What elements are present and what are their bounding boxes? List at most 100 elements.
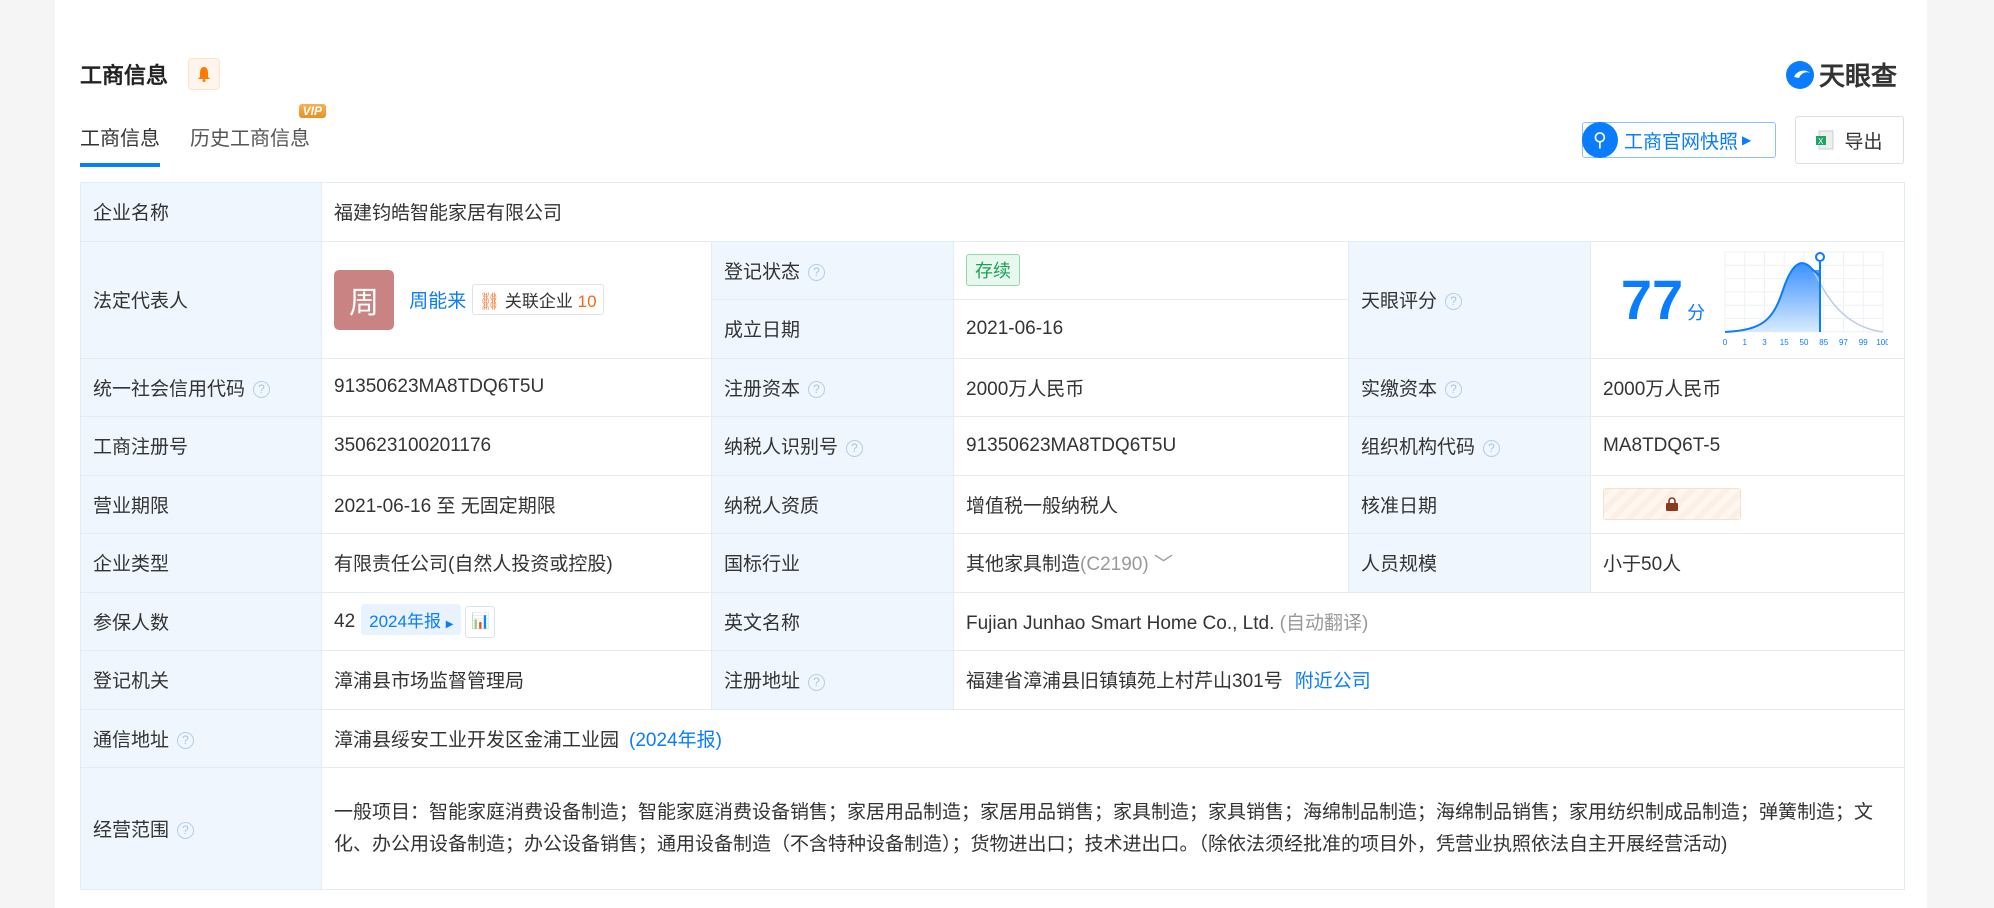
label: 成立日期 — [711, 299, 954, 359]
insured-count: 42 — [334, 611, 356, 633]
industry-code: (C2190) — [1080, 554, 1149, 576]
help-icon[interactable]: ? — [808, 673, 826, 691]
auto-translate-note: (自动翻译) — [1279, 612, 1369, 634]
label: 营业期限 — [80, 474, 322, 534]
label: 组织机构代码 — [1361, 437, 1476, 459]
industry-cell[interactable]: 其他家具制造(C2190) ﹀ — [953, 533, 1349, 593]
svg-text:X: X — [1818, 137, 1824, 146]
score-cell[interactable]: 77 分 0 1 3 15 50 85 97 99 100 — [1589, 240, 1906, 359]
stamp-icon: ⚲ — [1582, 122, 1618, 158]
nearby-companies-link[interactable]: 附近公司 — [1295, 671, 1371, 692]
legal-rep-link[interactable]: 周能来 — [409, 291, 466, 312]
tab-label: 历史工商信息 — [190, 128, 310, 150]
tianyancha-logo: 天眼查 — [1785, 56, 1897, 93]
found-date: 2021-06-16 — [953, 299, 1349, 359]
label: 纳税人资质 — [711, 474, 954, 534]
label: 实缴资本 — [1361, 378, 1438, 400]
bell-icon — [198, 67, 210, 82]
approve-date-cell — [1589, 474, 1906, 534]
caret-right-icon: ▶ — [1742, 133, 1752, 147]
lock-icon — [1666, 497, 1678, 512]
status-badge: 存续 — [966, 254, 1020, 287]
report-label: 2024年报 — [369, 612, 441, 632]
label: 参保人数 — [80, 591, 322, 651]
label: 英文名称 — [711, 591, 954, 651]
help-icon[interactable]: ? — [253, 381, 271, 399]
help-icon[interactable]: ? — [1445, 381, 1463, 399]
english-name: Fujian Junhao Smart Home Co., Ltd. — [966, 612, 1275, 634]
help-icon[interactable]: ? — [846, 439, 864, 457]
tick-label: 100 — [1876, 338, 1888, 347]
reg-status-cell: 存续 — [953, 240, 1349, 300]
vip-locked-button[interactable] — [1603, 488, 1741, 521]
help-icon[interactable]: ? — [177, 732, 195, 750]
english-name-cell: Fujian Junhao Smart Home Co., Ltd. (自动翻译… — [952, 591, 1906, 651]
tick-label: 3 — [1762, 338, 1767, 347]
label: 企业名称 — [80, 182, 322, 242]
caret-right-icon: ▶ — [445, 619, 454, 631]
insured-cell: 42 2024年报 ▶ 📊 — [321, 591, 712, 651]
label-cell: 登记状态? — [711, 240, 954, 300]
label: 国标行业 — [711, 533, 954, 593]
org-code: MA8TDQ6T-5 — [1589, 416, 1906, 476]
tax-qualification: 增值税一般纳税人 — [953, 474, 1349, 534]
tick-label: 1 — [1743, 338, 1748, 347]
legal-rep-cell: 周 周能来 ⛓ 关联企业 10 — [321, 240, 712, 359]
help-icon[interactable]: ? — [808, 264, 826, 282]
help-icon[interactable]: ? — [177, 822, 195, 840]
business-info-table: 企业名称 福建钧皓智能家居有限公司 法定代表人 周 周能来 ⛓ 关联企业 10 … — [80, 182, 1906, 890]
avatar: 周 — [334, 269, 394, 330]
label: 通信地址 — [93, 729, 170, 751]
logo-text: 天眼查 — [1819, 61, 1898, 91]
official-snapshot-button[interactable]: ⚲ 工商官网快照 ▶ — [1582, 122, 1776, 158]
label: 天眼评分 — [1361, 291, 1438, 312]
label: 法定代表人 — [80, 240, 322, 359]
score-marker-pin — [1815, 251, 1825, 262]
related-label: 关联企业 — [504, 292, 573, 311]
label: 注册地址 — [724, 671, 801, 693]
credit-code: 91350623MA8TDQ6T5U — [321, 357, 712, 417]
reg-address-cell: 福建省漳浦县旧镇镇苑上村芹山301号 附近公司 — [952, 650, 1906, 710]
score-unit: 分 — [1687, 303, 1706, 323]
related-count: 10 — [577, 292, 597, 311]
help-icon[interactable]: ? — [1483, 439, 1501, 457]
export-button[interactable]: X 导出 — [1795, 116, 1904, 164]
score-distribution-chart: 0 1 3 15 50 85 97 99 100 — [1723, 251, 1888, 347]
label: 注册资本 — [724, 378, 801, 400]
annual-report-button[interactable]: 2024年报 ▶ — [361, 604, 462, 636]
taxpayer-id: 91350623MA8TDQ6T5U — [953, 416, 1349, 476]
vip-badge: VIP — [298, 104, 326, 118]
tab-history-business-info[interactable]: 历史工商信息 VIP — [190, 104, 326, 167]
tabs: 工商信息 历史工商信息 VIP — [80, 104, 326, 167]
trend-chart-icon[interactable]: 📊 — [465, 606, 496, 639]
industry: 其他家具制造 — [966, 554, 1081, 576]
chevron-down-icon[interactable]: ﹀ — [1154, 554, 1173, 575]
label: 经营范围 — [93, 820, 170, 841]
help-icon[interactable]: ? — [808, 381, 826, 399]
label: 人员规模 — [1348, 533, 1591, 593]
label: 纳税人识别号 — [724, 437, 839, 459]
mail-address-cell: 漳浦县绥安工业开发区金浦工业园 (2024年报) — [320, 708, 1906, 768]
monitor-bell-button[interactable] — [188, 58, 220, 90]
business-term: 2021-06-16 至 无固定期限 — [321, 474, 712, 534]
score-value: 77 — [1620, 268, 1684, 331]
paid-capital: 2000万人民币 — [1589, 357, 1906, 417]
label: 核准日期 — [1348, 474, 1591, 534]
tab-business-info[interactable]: 工商信息 — [80, 122, 160, 167]
snapshot-label: 工商官网快照 — [1624, 131, 1739, 153]
help-icon[interactable]: ? — [1445, 293, 1463, 311]
tick-label: 50 — [1800, 338, 1809, 347]
logo-eye-icon — [1786, 60, 1814, 89]
tick-label: 15 — [1780, 338, 1789, 347]
label: 工商注册号 — [80, 416, 322, 476]
curve-fill — [1725, 262, 1820, 332]
label: 登记机关 — [80, 650, 322, 710]
tick-label: 97 — [1839, 338, 1848, 347]
label-cell: 天眼评分? — [1348, 240, 1591, 359]
related-companies-button[interactable]: ⛓ 关联企业 10 — [471, 284, 604, 315]
mail-address: 漳浦县绥安工业开发区金浦工业园 — [334, 729, 620, 751]
company-name: 福建钧皓智能家居有限公司 — [320, 182, 1906, 242]
tick-label: 99 — [1859, 338, 1868, 347]
annual-report-link[interactable]: (2024年报) — [629, 730, 722, 751]
section-title: 工商信息 — [80, 63, 169, 88]
